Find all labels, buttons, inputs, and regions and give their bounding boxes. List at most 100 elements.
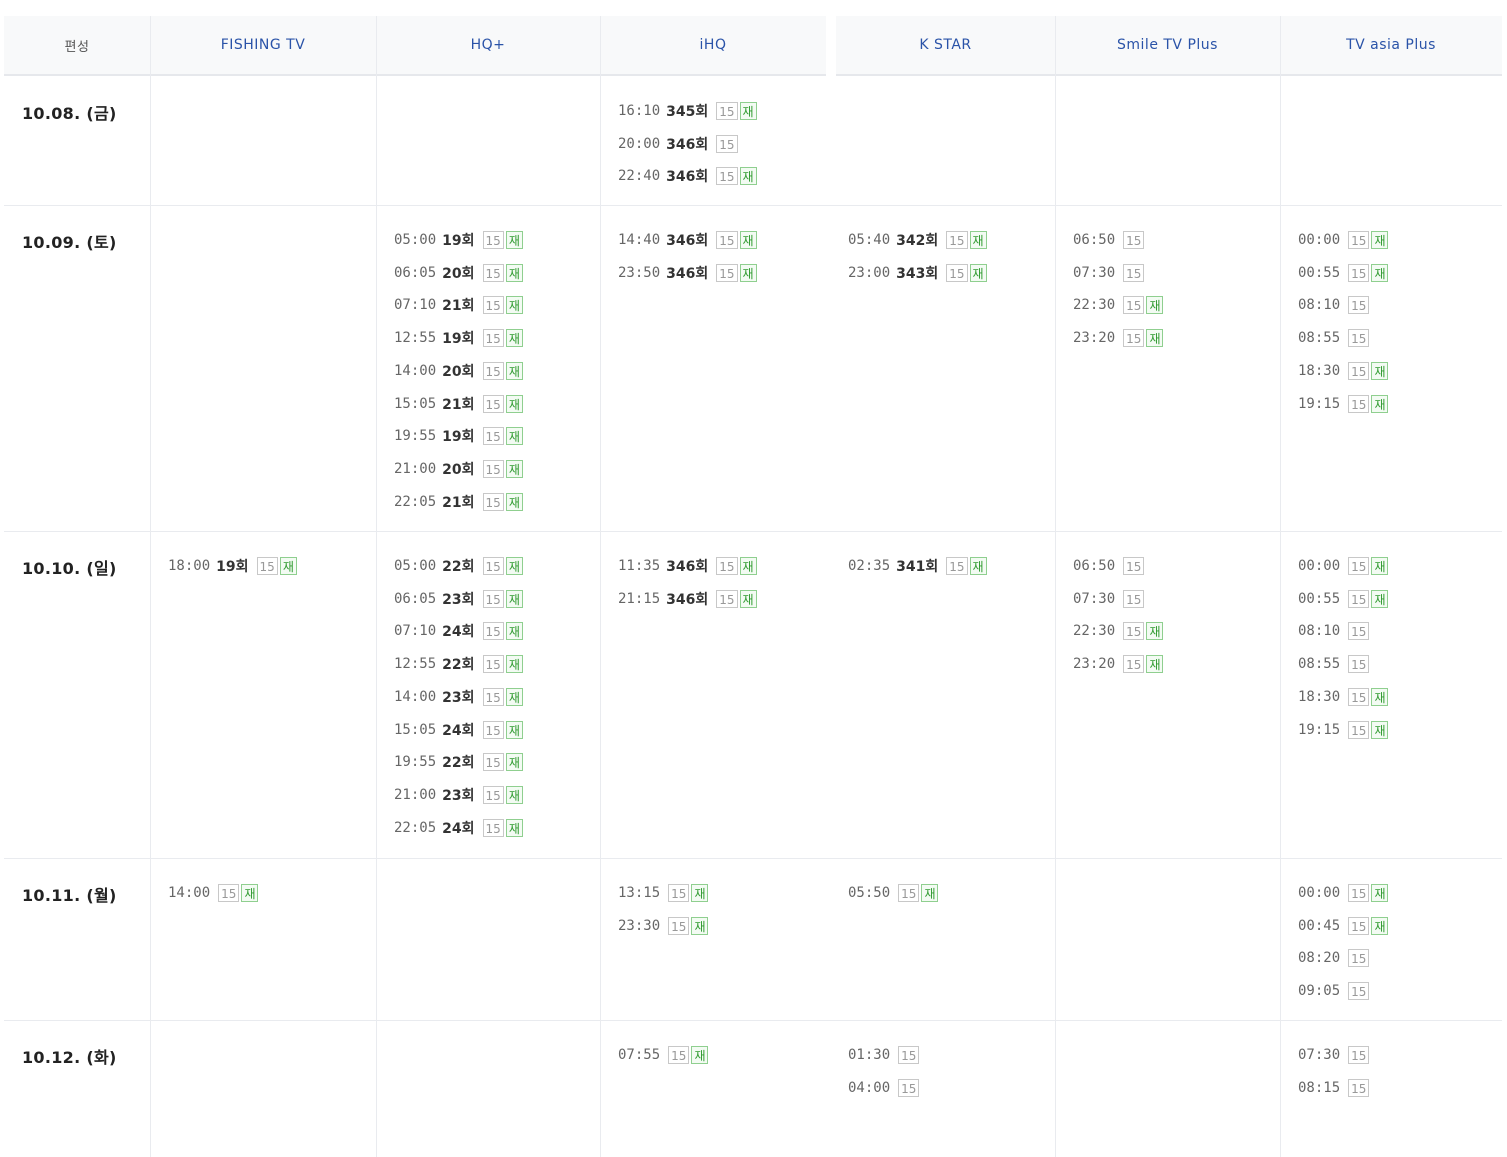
schedule-entry[interactable]: 15:05 24회 15 재 [394, 718, 523, 742]
age-rating-15-badge: 15 [1123, 557, 1145, 575]
schedule-entry[interactable]: 12:55 19회 15 재 [394, 326, 523, 350]
schedule-entry[interactable]: 22:05 21회 15 재 [394, 490, 523, 514]
age-rating-15-badge: 15 [482, 622, 504, 641]
episode-number: 343회 [896, 265, 939, 282]
schedule-entry[interactable]: 19:55 22회 15 재 [394, 750, 523, 774]
schedule-entry[interactable]: 00:00 15 재 [1298, 554, 1389, 578]
schedule-entry[interactable]: 05:40 342회 15 재 [848, 228, 987, 252]
schedule-entry[interactable]: 18:30 15 재 [1298, 685, 1389, 709]
schedule-entry[interactable]: 00:00 15 재 [1298, 228, 1389, 252]
schedule-entry[interactable]: 07:30 15 [1073, 261, 1145, 285]
schedule-entry[interactable]: 14:00 23회 15 재 [394, 685, 523, 709]
column-divider [600, 16, 601, 1157]
schedule-entry[interactable]: 07:30 15 [1073, 587, 1145, 611]
schedule-entry[interactable]: 22:30 15 재 [1073, 619, 1164, 643]
age-rating-15-badge: 15 [1348, 231, 1370, 249]
schedule-entry[interactable]: 08:55 15 [1298, 652, 1370, 676]
schedule-entry[interactable]: 14:00 20회 15 재 [394, 359, 523, 383]
rerun-badge: 재 [1146, 622, 1164, 641]
schedule-entry[interactable]: 19:15 15 재 [1298, 392, 1389, 416]
schedule-entry[interactable]: 04:00 15 [848, 1076, 920, 1100]
schedule-entry[interactable]: 08:10 15 [1298, 619, 1370, 643]
schedule-entry[interactable]: 12:55 22회 15 재 [394, 652, 523, 676]
schedule-entry[interactable]: 16:10 345회 15 재 [618, 99, 757, 123]
age-rating-15-badge: 15 [1123, 655, 1145, 674]
channel-header-hq-[interactable]: HQ+ [376, 16, 600, 76]
schedule-entry[interactable]: 08:20 15 [1298, 946, 1370, 970]
airtime: 19:15 [1298, 721, 1341, 738]
schedule-entry[interactable]: 18:00 19회 15 재 [168, 554, 297, 578]
schedule-entry[interactable]: 01:30 15 [848, 1043, 920, 1067]
channel-header-k-star[interactable]: K STAR [836, 16, 1055, 76]
airtime: 19:55 [394, 428, 437, 445]
rerun-badge: 재 [739, 589, 757, 608]
schedule-entry[interactable]: 21:00 20회 15 재 [394, 457, 523, 481]
age-rating-15-badge: 15 [482, 361, 504, 380]
rerun-badge: 재 [739, 167, 757, 186]
airtime: 12:55 [394, 330, 437, 347]
airtime: 08:10 [1298, 623, 1341, 640]
schedule-entry[interactable]: 07:30 15 [1298, 1043, 1370, 1067]
schedule-entry[interactable]: 23:50 346회 15 재 [618, 261, 757, 285]
channel-header-fishing-tv[interactable]: FISHING TV [150, 16, 376, 76]
rerun-badge: 재 [739, 557, 757, 575]
schedule-entry[interactable]: 21:15 346회 15 재 [618, 587, 757, 611]
schedule-entry[interactable]: 11:35 346회 15 재 [618, 554, 757, 578]
schedule-entry[interactable]: 08:15 15 [1298, 1076, 1370, 1100]
channel-header-ihq[interactable]: iHQ [600, 16, 826, 76]
rerun-badge: 재 [505, 296, 523, 315]
schedule-entry[interactable]: 22:40 346회 15 재 [618, 164, 757, 188]
schedule-entry[interactable]: 05:00 19회 15 재 [394, 228, 523, 252]
rerun-badge: 재 [739, 263, 757, 282]
schedule-entry[interactable]: 13:15 15 재 [618, 881, 709, 905]
schedule-entry[interactable]: 05:00 22회 15 재 [394, 554, 523, 578]
episode-number: 342회 [896, 233, 939, 249]
airtime: 21:00 [394, 460, 437, 477]
schedule-entry[interactable]: 07:10 24회 15 재 [394, 619, 523, 643]
schedule-entry[interactable]: 00:55 15 재 [1298, 587, 1389, 611]
schedule-entry[interactable]: 05:50 15 재 [848, 881, 939, 905]
schedule-entry[interactable]: 19:15 15 재 [1298, 718, 1389, 742]
schedule-entry[interactable]: 07:10 21회 15 재 [394, 293, 523, 317]
schedule-entry[interactable]: 14:00 15 재 [168, 881, 259, 905]
airtime: 22:30 [1073, 623, 1116, 640]
schedule-entry[interactable]: 09:05 15 [1298, 979, 1370, 1003]
schedule-entry[interactable]: 06:50 15 [1073, 228, 1145, 252]
schedule-entry[interactable]: 00:55 15 재 [1298, 261, 1389, 285]
schedule-entry[interactable]: 00:45 15 재 [1298, 914, 1389, 938]
episode-number: 19회 [442, 429, 475, 446]
age-rating-15-badge: 15 [1348, 557, 1370, 575]
airtime: 23:20 [1073, 330, 1116, 347]
row-divider [4, 858, 1502, 859]
schedule-entry[interactable]: 23:00 343회 15 재 [848, 261, 987, 285]
age-rating-15-badge: 15 [482, 263, 504, 282]
schedule-entry[interactable]: 02:35 341회 15 재 [848, 554, 987, 578]
schedule-entry[interactable]: 08:10 15 [1298, 293, 1370, 317]
schedule-entry[interactable]: 07:55 15 재 [618, 1043, 709, 1067]
schedule-entry[interactable]: 23:20 15 재 [1073, 326, 1164, 350]
airtime: 22:05 [394, 493, 437, 510]
channel-header-smile-tv-plus[interactable]: Smile TV Plus [1055, 16, 1280, 76]
schedule-entry[interactable]: 21:00 23회 15 재 [394, 783, 523, 807]
airtime: 14:00 [394, 362, 437, 379]
schedule-entry[interactable]: 00:00 15 재 [1298, 881, 1389, 905]
schedule-entry[interactable]: 08:55 15 [1298, 326, 1370, 350]
schedule-entry[interactable]: 23:20 15 재 [1073, 652, 1164, 676]
schedule-entry[interactable]: 14:40 346회 15 재 [618, 228, 757, 252]
age-rating-15-badge: 15 [716, 231, 738, 249]
schedule-entry[interactable]: 15:05 21회 15 재 [394, 392, 523, 416]
schedule-entry[interactable]: 22:05 24회 15 재 [394, 816, 523, 840]
schedule-entry[interactable]: 06:05 20회 15 재 [394, 261, 523, 285]
schedule-entry[interactable]: 18:30 15 재 [1298, 359, 1389, 383]
episode-number: 22회 [442, 559, 475, 575]
airtime: 23:20 [1073, 656, 1116, 673]
schedule-entry[interactable]: 22:30 15 재 [1073, 293, 1164, 317]
schedule-entry[interactable]: 19:55 19회 15 재 [394, 424, 523, 448]
schedule-entry[interactable]: 06:50 15 [1073, 554, 1145, 578]
airtime: 07:55 [618, 1047, 661, 1063]
schedule-entry[interactable]: 20:00 346회 15 [618, 132, 738, 156]
schedule-entry[interactable]: 06:05 23회 15 재 [394, 587, 523, 611]
age-rating-15-badge: 15 [482, 231, 504, 249]
channel-header-tv-asia-plus[interactable]: TV asia Plus [1280, 16, 1502, 76]
schedule-entry[interactable]: 23:30 15 재 [618, 914, 709, 938]
